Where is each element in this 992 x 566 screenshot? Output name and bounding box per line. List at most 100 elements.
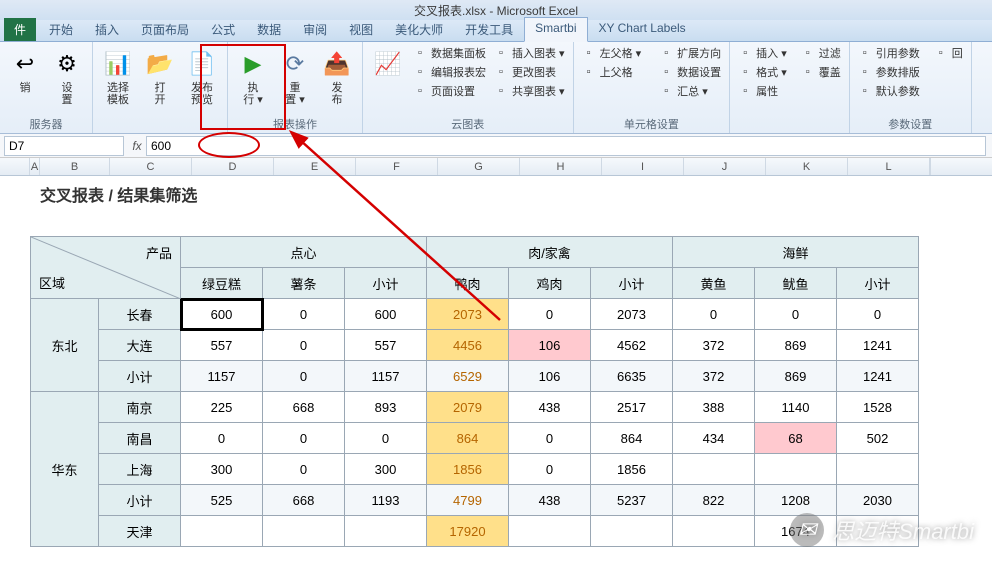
data-cell[interactable]: 864 (427, 423, 509, 454)
data-cell[interactable] (837, 454, 919, 485)
data-cell[interactable]: 5237 (591, 485, 673, 516)
col-header[interactable]: E (274, 158, 356, 175)
data-cell[interactable]: 0 (837, 299, 919, 330)
data-cell[interactable]: 106 (509, 330, 591, 361)
formula-input[interactable] (146, 136, 986, 156)
data-cell[interactable] (755, 454, 837, 485)
data-cell[interactable]: 300 (181, 454, 263, 485)
ribbon-item[interactable]: ▫上父格 (580, 63, 644, 81)
col-header[interactable]: D (192, 158, 274, 175)
col-header[interactable]: F (356, 158, 438, 175)
data-cell[interactable]: 4456 (427, 330, 509, 361)
col-header[interactable]: A (30, 158, 40, 175)
data-cell[interactable]: 0 (263, 423, 345, 454)
col-header[interactable]: L (848, 158, 930, 175)
ribbon-item[interactable]: ▫共享图表 ▾ (492, 82, 567, 100)
ribbon-item[interactable]: ▫覆盖 (799, 63, 843, 81)
data-cell[interactable]: 557 (181, 330, 263, 361)
select-all-corner[interactable] (0, 158, 30, 175)
ribbon-item[interactable]: ▫默认参数 (856, 82, 922, 100)
col-header[interactable]: H (520, 158, 602, 175)
tab-XY Chart Labels[interactable]: XY Chart Labels (588, 17, 697, 41)
data-cell[interactable]: 17920 (427, 516, 509, 547)
ribbon-item[interactable]: ▫参数排版 (856, 63, 922, 81)
data-cell[interactable]: 2073 (591, 299, 673, 330)
data-cell[interactable]: 600 (345, 299, 427, 330)
data-cell[interactable]: 2073 (427, 299, 509, 330)
chart-icon-big[interactable]: 📈 (369, 44, 407, 80)
tab-公式[interactable]: 公式 (200, 17, 246, 41)
col-header[interactable]: C (110, 158, 192, 175)
name-box[interactable] (4, 136, 124, 156)
col-header[interactable]: G (438, 158, 520, 175)
data-cell[interactable]: 372 (673, 361, 755, 392)
data-cell[interactable]: 2517 (591, 392, 673, 423)
data-cell[interactable]: 1208 (755, 485, 837, 516)
data-cell[interactable]: 438 (509, 485, 591, 516)
ribbon-item[interactable]: ▫扩展方向 (657, 44, 723, 62)
data-cell[interactable]: 557 (345, 330, 427, 361)
tab-Smartbi[interactable]: Smartbi (524, 17, 587, 42)
data-cell[interactable]: 4799 (427, 485, 509, 516)
data-cell[interactable]: 300 (345, 454, 427, 485)
data-cell[interactable] (673, 454, 755, 485)
data-cell[interactable]: 600 (181, 299, 263, 330)
ribbon-item[interactable]: ▫插入 ▾ (736, 44, 789, 62)
ribbon-item[interactable]: ▫数据设置 (657, 63, 723, 81)
data-cell[interactable] (673, 516, 755, 547)
data-cell[interactable]: 0 (263, 299, 345, 330)
data-cell[interactable]: 869 (755, 330, 837, 361)
tab-美化大师[interactable]: 美化大师 (384, 17, 454, 41)
data-cell[interactable]: 6529 (427, 361, 509, 392)
ribbon-button[interactable]: ↩销 (6, 44, 44, 94)
ribbon-item[interactable]: ▫汇总 ▾ (657, 82, 723, 100)
data-cell[interactable]: 0 (509, 423, 591, 454)
ribbon-item[interactable]: ▫页面设置 (411, 82, 488, 100)
data-cell[interactable]: 1528 (837, 392, 919, 423)
data-cell[interactable]: 0 (673, 299, 755, 330)
data-cell[interactable]: 822 (673, 485, 755, 516)
ribbon-item[interactable]: ▫过滤 (799, 44, 843, 62)
data-cell[interactable] (591, 516, 673, 547)
data-cell[interactable]: 1193 (345, 485, 427, 516)
ribbon-item[interactable]: ▫数据集面板 (411, 44, 488, 62)
ribbon-item[interactable]: ▫插入图表 ▾ (492, 44, 567, 62)
data-cell[interactable]: 1157 (345, 361, 427, 392)
tab-页面布局[interactable]: 页面布局 (130, 17, 200, 41)
data-cell[interactable] (509, 516, 591, 547)
data-cell[interactable]: 4562 (591, 330, 673, 361)
data-cell[interactable]: 864 (591, 423, 673, 454)
col-header[interactable]: K (766, 158, 848, 175)
ribbon-button[interactable]: 📤发布 (318, 44, 356, 106)
data-cell[interactable]: 106 (509, 361, 591, 392)
data-cell[interactable]: 1241 (837, 330, 919, 361)
data-cell[interactable]: 869 (755, 361, 837, 392)
ribbon-item[interactable]: ▫回 (932, 44, 965, 62)
data-cell[interactable]: 1241 (837, 361, 919, 392)
data-cell[interactable]: 0 (181, 423, 263, 454)
data-cell[interactable]: 0 (509, 454, 591, 485)
column-headers[interactable]: ABCDEFGHIJKL (0, 158, 992, 176)
ribbon-item[interactable]: ▫格式 ▾ (736, 63, 789, 81)
data-cell[interactable]: 1157 (181, 361, 263, 392)
ribbon-item[interactable]: ▫属性 (736, 82, 789, 100)
data-cell[interactable] (263, 516, 345, 547)
data-cell[interactable]: 1140 (755, 392, 837, 423)
data-cell[interactable]: 2079 (427, 392, 509, 423)
data-cell[interactable] (345, 516, 427, 547)
data-cell[interactable]: 0 (263, 330, 345, 361)
col-header[interactable]: B (40, 158, 110, 175)
file-tab[interactable]: 件 (4, 18, 36, 41)
data-cell[interactable]: 0 (263, 454, 345, 485)
data-cell[interactable]: 372 (673, 330, 755, 361)
data-cell[interactable]: 1856 (591, 454, 673, 485)
data-cell[interactable]: 434 (673, 423, 755, 454)
data-cell[interactable]: 2030 (837, 485, 919, 516)
ribbon-item[interactable]: ▫左父格 ▾ (580, 44, 644, 62)
data-cell[interactable] (181, 516, 263, 547)
tab-开发工具[interactable]: 开发工具 (454, 17, 524, 41)
data-cell[interactable]: 525 (181, 485, 263, 516)
worksheet[interactable]: 交叉报表 / 结果集筛选 产品 区域 点心 肉/家禽 海鲜 绿豆糕薯条小计鸭肉鸡… (0, 176, 992, 566)
tab-审阅[interactable]: 审阅 (292, 17, 338, 41)
data-cell[interactable]: 0 (509, 299, 591, 330)
